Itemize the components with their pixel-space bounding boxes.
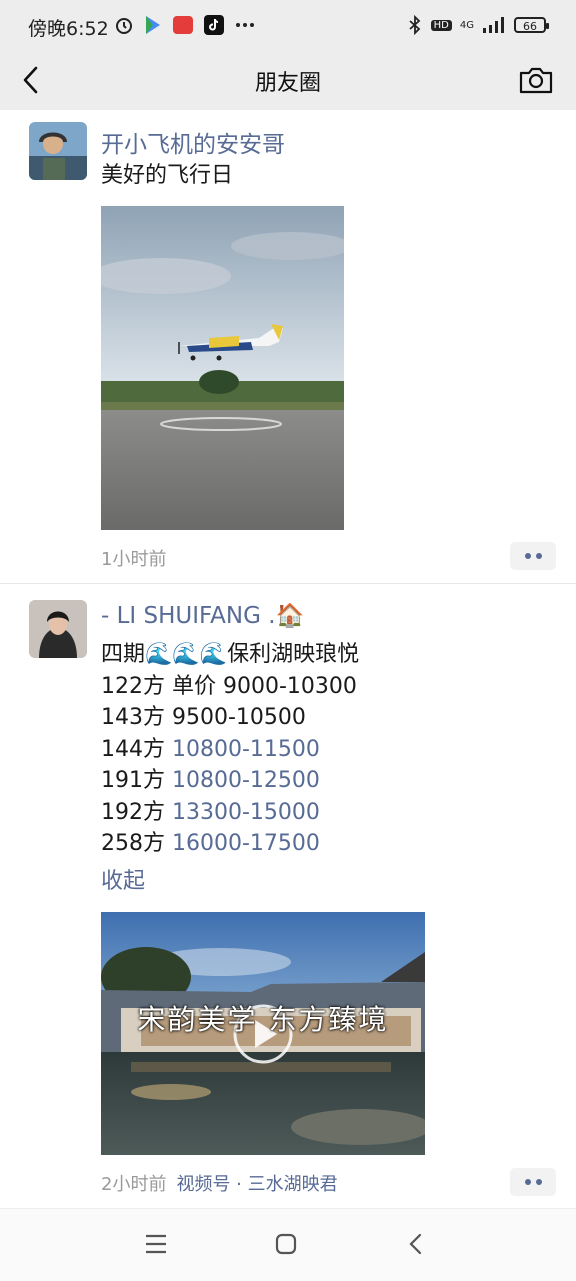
line-label: 四期🌊🌊🌊保利湖映琅悦 (101, 642, 360, 667)
line-label: 192方 (101, 799, 172, 825)
moment-post: 开小飞机的安安哥 美好的飞行日 1小时前 (0, 110, 576, 584)
page-title: 朋友圈 (254, 71, 321, 96)
status-system-icons: HD 4G 66 (407, 15, 549, 35)
collapse-link[interactable]: 收起 (101, 866, 145, 898)
post-text: 美好的飞行日 (101, 163, 234, 188)
avatar[interactable] (29, 122, 87, 180)
status-time: 傍晚6:52 (28, 18, 109, 40)
status-bar: 傍晚6:52 HD 4G 66 (0, 0, 576, 52)
menu-icon[interactable] (144, 1233, 168, 1255)
phone-link[interactable]: 13300-15000 (172, 800, 320, 825)
play-store-icon (146, 16, 160, 34)
post-username[interactable]: - LI SHUIFANG .🏠 (101, 602, 304, 629)
camera-icon[interactable] (518, 64, 554, 96)
tiktok-icon (204, 15, 224, 35)
more-actions-button[interactable] (510, 1168, 556, 1196)
line-value: 9000-10300 (222, 673, 357, 699)
line-label: 258方 (101, 831, 172, 856)
network-label: 4G (459, 19, 474, 31)
battery-icon: 66 (514, 17, 549, 33)
hd-badge: HD (430, 19, 452, 31)
post-text-line: 144方 10800-11500 (101, 734, 320, 766)
home-icon[interactable] (274, 1233, 298, 1255)
video-caption: 宋韵美学 东方臻境 (137, 1003, 389, 1036)
bluetooth-icon (409, 15, 420, 35)
signal-icon (483, 17, 504, 33)
post-time-text: 2小时前 (101, 1174, 167, 1195)
line-label: 143方 (101, 705, 172, 730)
system-nav-bar (0, 1208, 576, 1281)
alarm-icon (116, 18, 132, 34)
post-text-line: 192方 13300-15000 (101, 797, 320, 829)
post-time: 2小时前 视频号 · 三水湖映君 (101, 1170, 338, 1196)
system-back-icon[interactable] (406, 1233, 426, 1255)
line-label: 122方 单价 (101, 673, 223, 699)
more-actions-button[interactable] (510, 542, 556, 570)
line-value: 9500-10500 (172, 705, 306, 730)
line-label: 191方 (101, 768, 172, 793)
post-username[interactable]: 开小飞机的安安哥 (101, 125, 285, 159)
post-text-line: 258方 16000-17500 (101, 828, 320, 860)
phone-link[interactable]: 10800-12500 (172, 768, 320, 793)
app-icon-red (173, 16, 193, 34)
post-text-line: 122方 单价 9000-10300 (101, 671, 357, 703)
post-text-line: 143方 9500-10500 (101, 702, 306, 734)
post-time: 1小时前 (101, 549, 167, 570)
nav-bar: 朋友圈 (0, 52, 576, 110)
phone-link[interactable]: 16000-17500 (172, 831, 320, 856)
more-notifications-icon (236, 23, 254, 27)
channel-source-link[interactable]: 视频号 · 三水湖映君 (176, 1174, 337, 1195)
video-thumbnail[interactable]: 宋韵美学 东方臻境 (101, 912, 425, 1155)
post-text-line: 四期🌊🌊🌊保利湖映琅悦 (101, 639, 359, 671)
post-photo[interactable] (101, 206, 344, 530)
phone-link[interactable]: 10800-11500 (172, 737, 320, 762)
status-notification-icons (114, 15, 256, 35)
moment-post: - LI SHUIFANG .🏠 四期🌊🌊🌊保利湖映琅悦 122方 单价 900… (0, 584, 576, 1208)
line-label: 144方 (101, 736, 172, 762)
post-text-line: 191方 10800-12500 (101, 765, 320, 797)
avatar[interactable] (29, 600, 87, 658)
